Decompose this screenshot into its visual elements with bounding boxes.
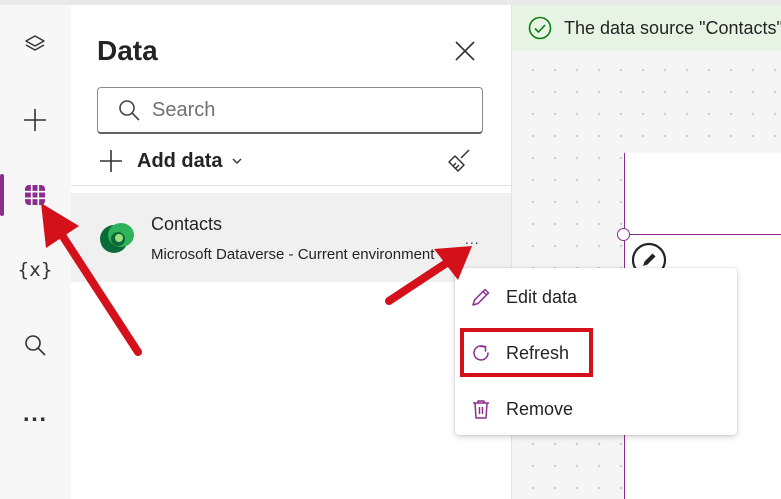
layers-icon <box>25 35 45 51</box>
data-panel: Data Add data <box>71 5 512 499</box>
more-icon: ... <box>22 404 48 426</box>
close-panel-button[interactable] <box>451 37 479 65</box>
table-grid-icon <box>25 185 45 205</box>
tree-view-button[interactable] <box>0 20 70 70</box>
dataverse-logo-icon <box>100 223 134 253</box>
source-more-options-button[interactable]: ... <box>465 231 480 247</box>
menu-item-edit-data[interactable]: Edit data <box>455 277 737 317</box>
search-input[interactable] <box>150 97 454 123</box>
search-rail-button[interactable] <box>0 320 70 370</box>
clear-cache-button[interactable] <box>443 145 475 177</box>
data-source-item[interactable]: Contacts Microsoft Dataverse - Current e… <box>71 193 511 282</box>
resize-handle[interactable] <box>617 228 630 241</box>
search-icon <box>119 100 140 121</box>
add-data-button[interactable]: Add data <box>99 147 243 175</box>
notification-banner: The data source "Contacts" was refreshed <box>512 5 781 51</box>
refresh-highlight-box <box>460 328 593 377</box>
plus-icon <box>100 150 122 172</box>
chevron-down-icon <box>232 158 242 164</box>
window-top-strip <box>0 0 781 5</box>
panel-title: Data <box>97 35 158 66</box>
panel-divider <box>71 185 511 186</box>
broom-icon <box>448 149 470 172</box>
variables-button[interactable]: {x} <box>0 245 70 295</box>
insert-button[interactable] <box>0 95 70 145</box>
more-rail-button[interactable]: ... <box>0 390 70 440</box>
selection-border <box>624 234 781 235</box>
source-description: Microsoft Dataverse - Current environmen… <box>151 246 435 263</box>
add-data-label: Add data <box>137 149 223 172</box>
trash-icon <box>473 400 489 419</box>
search-box[interactable] <box>97 87 483 134</box>
menu-item-remove[interactable]: Remove <box>455 389 737 429</box>
data-button[interactable] <box>0 170 70 220</box>
pencil-icon <box>472 288 490 306</box>
source-name: Contacts <box>151 214 223 234</box>
close-icon <box>455 41 475 61</box>
plus-icon <box>24 109 46 131</box>
menu-label-edit-data: Edit data <box>506 286 578 307</box>
notification-text: The data source "Contacts" was refreshed <box>564 17 781 38</box>
menu-label-remove: Remove <box>506 398 574 419</box>
checkmark-circle-icon <box>528 16 552 40</box>
variables-icon: {x} <box>17 259 53 281</box>
search-icon <box>25 335 46 356</box>
left-rail: {x} ... <box>0 5 72 499</box>
